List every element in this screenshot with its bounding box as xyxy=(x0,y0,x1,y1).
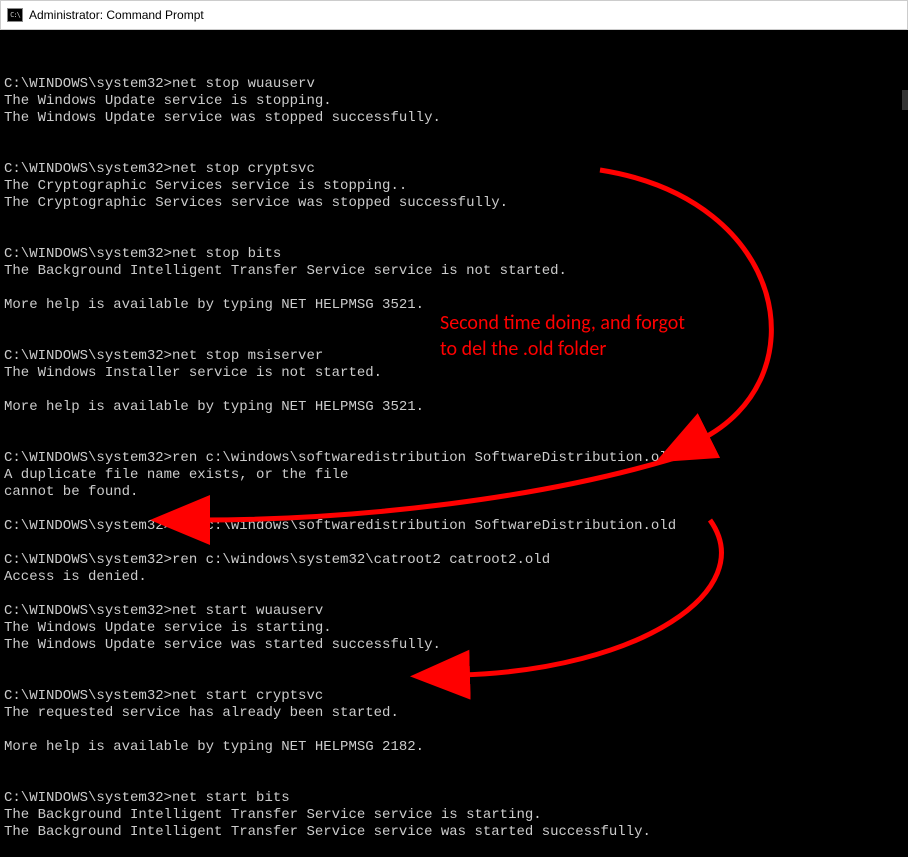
output-line: The Background Intelligent Transfer Serv… xyxy=(4,824,904,841)
blank-line xyxy=(4,671,904,688)
blank-line xyxy=(4,433,904,450)
blank-line xyxy=(4,314,904,331)
output-line: cannot be found. xyxy=(4,484,904,501)
blank-line xyxy=(4,127,904,144)
blank-line xyxy=(4,212,904,229)
scrollbar[interactable] xyxy=(902,90,908,110)
blank-line xyxy=(4,722,904,739)
blank-line xyxy=(4,229,904,246)
prompt-line: C:\WINDOWS\system32>ren c:\windows\syste… xyxy=(4,552,904,569)
output-line: Access is denied. xyxy=(4,569,904,586)
output-line: A duplicate file name exists, or the fil… xyxy=(4,467,904,484)
blank-line xyxy=(4,586,904,603)
cmd-icon: C:\ xyxy=(7,8,23,22)
prompt-line: C:\WINDOWS\system32>net stop wuauserv xyxy=(4,76,904,93)
blank-line xyxy=(4,654,904,671)
prompt-line: C:\WINDOWS\system32>net start wuauserv xyxy=(4,603,904,620)
blank-line xyxy=(4,331,904,348)
output-line: More help is available by typing NET HEL… xyxy=(4,739,904,756)
output-line: The Windows Update service was started s… xyxy=(4,637,904,654)
blank-line xyxy=(4,535,904,552)
blank-line xyxy=(4,841,904,857)
output-line: The Cryptographic Services service was s… xyxy=(4,195,904,212)
output-line: The Background Intelligent Transfer Serv… xyxy=(4,807,904,824)
output-line: The Windows Installer service is not sta… xyxy=(4,365,904,382)
prompt-line: C:\WINDOWS\system32>ren c:\windows\softw… xyxy=(4,450,904,467)
output-line: More help is available by typing NET HEL… xyxy=(4,297,904,314)
output-line: More help is available by typing NET HEL… xyxy=(4,399,904,416)
blank-line xyxy=(4,756,904,773)
prompt-line: C:\WINDOWS\system32>net start cryptsvc xyxy=(4,688,904,705)
prompt-line: C:\WINDOWS\system32>net stop bits xyxy=(4,246,904,263)
blank-line xyxy=(4,501,904,518)
prompt-line: C:\WINDOWS\system32>net stop cryptsvc xyxy=(4,161,904,178)
blank-line xyxy=(4,773,904,790)
output-line: The Windows Update service is starting. xyxy=(4,620,904,637)
window-title: Administrator: Command Prompt xyxy=(29,8,204,22)
output-line: The Windows Update service is stopping. xyxy=(4,93,904,110)
blank-line xyxy=(4,280,904,297)
blank-line xyxy=(4,382,904,399)
prompt-line: C:\WINDOWS\system32>net start bits xyxy=(4,790,904,807)
prompt-line: C:\WINDOWS\system32>net stop msiserver xyxy=(4,348,904,365)
output-line: The Background Intelligent Transfer Serv… xyxy=(4,263,904,280)
terminal-output[interactable]: C:\WINDOWS\system32>net stop wuauservThe… xyxy=(0,30,908,857)
window-titlebar[interactable]: C:\ Administrator: Command Prompt xyxy=(0,0,908,30)
output-line: The Cryptographic Services service is st… xyxy=(4,178,904,195)
blank-line xyxy=(4,416,904,433)
blank-line xyxy=(4,144,904,161)
output-line: The requested service has already been s… xyxy=(4,705,904,722)
output-line: The Windows Update service was stopped s… xyxy=(4,110,904,127)
prompt-line: C:\WINDOWS\system32>ren c:\windows\softw… xyxy=(4,518,904,535)
